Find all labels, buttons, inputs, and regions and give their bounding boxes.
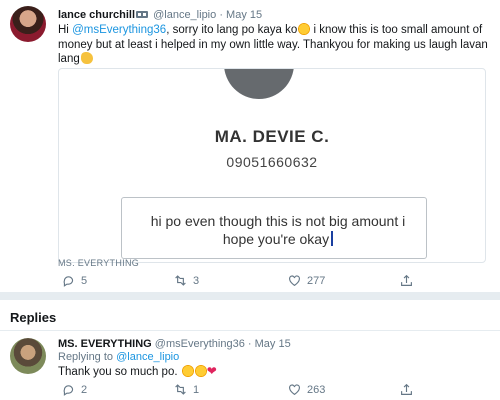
author-handle[interactable]: @lance_lipio xyxy=(153,9,216,21)
like-icon xyxy=(289,384,300,396)
flex-emoji xyxy=(80,52,93,64)
reply-actions: 2 1 263 xyxy=(58,383,458,399)
tweet-actions: 5 3 277 xyxy=(58,274,458,290)
reply-icon xyxy=(63,276,74,287)
tweet-header: lance churchill @lance_lipio · May 15 xyxy=(58,9,262,21)
reply-reply-button[interactable]: 2 xyxy=(62,383,87,396)
reply-icon xyxy=(63,385,74,396)
reply-retweet-button[interactable]: 1 xyxy=(174,383,199,396)
like-icon xyxy=(289,275,300,287)
reply-share-button[interactable] xyxy=(400,383,413,396)
smile-emoji xyxy=(181,365,194,377)
tweet-text-part: Hi xyxy=(58,24,73,36)
separator-dot: · xyxy=(247,338,252,350)
replies-divider xyxy=(0,330,500,331)
heart-emoji: ❤ xyxy=(206,364,217,378)
reply-header: MS. EVERYTHING @msEverything36 · May 15 xyxy=(58,338,291,350)
share-button[interactable] xyxy=(400,274,413,287)
message-box: hi po even though this is not big amount… xyxy=(121,197,427,259)
avatar[interactable] xyxy=(10,6,46,42)
text-caret-icon xyxy=(331,231,334,246)
reply-author-name[interactable]: MS. EVERYTHING xyxy=(58,338,152,350)
reply-author-handle[interactable]: @msEverything36 xyxy=(155,338,245,350)
profile-phone: 09051660632 xyxy=(226,154,318,170)
replies-heading: Replies xyxy=(10,310,57,325)
mention-link[interactable]: @msEverything36 xyxy=(72,24,166,36)
replying-to-link[interactable]: @lance_lipio xyxy=(116,351,179,363)
media-source-label[interactable]: MS. EVERYTHING xyxy=(58,258,139,268)
reply-reply-count: 2 xyxy=(81,383,88,396)
profile-silhouette-icon xyxy=(224,69,294,99)
reply-count: 5 xyxy=(81,274,88,287)
reply-like-count: 263 xyxy=(307,383,326,396)
profile-name: MA. DEVIE C. xyxy=(214,127,330,146)
reply-text-content: Thank you so much po. xyxy=(58,366,181,378)
reply-date[interactable]: May 15 xyxy=(255,338,291,350)
media-card[interactable]: MA. DEVIE C. 09051660632 hi po even thou… xyxy=(58,68,486,263)
reply-avatar[interactable] xyxy=(10,338,46,374)
message-text: hi po even though this is not big amount… xyxy=(148,212,408,248)
reply-text: Thank you so much po. ❤ xyxy=(58,364,217,378)
retweet-icon xyxy=(175,275,186,286)
reply-button[interactable]: 5 xyxy=(62,274,87,287)
reply-retweet-count: 1 xyxy=(193,383,200,396)
tweet[interactable]: lance churchill @lance_lipio · May 15 Hi… xyxy=(0,0,500,290)
retweet-count: 3 xyxy=(193,274,200,287)
replying-to: Replying to @lance_lipio xyxy=(58,351,179,363)
separator-dot: · xyxy=(219,9,223,21)
retweet-button[interactable]: 3 xyxy=(174,274,199,287)
retweet-icon xyxy=(175,384,186,395)
kiss-emoji xyxy=(194,365,207,377)
like-button[interactable]: 277 xyxy=(288,274,325,287)
message-text-content: hi po even though this is not big amount… xyxy=(150,213,406,247)
share-icon xyxy=(401,274,412,286)
tweet-text-part: , sorry ito lang po kaya ko xyxy=(166,24,298,36)
tweet-text: Hi @msEverything36, sorry ito lang po ka… xyxy=(58,23,488,67)
verified-icon xyxy=(136,11,149,18)
replying-prefix: Replying to xyxy=(58,351,117,363)
reply-like-button[interactable]: 263 xyxy=(288,383,325,396)
smile-emoji xyxy=(298,23,311,35)
share-icon xyxy=(401,383,412,395)
tweet-date[interactable]: May 15 xyxy=(226,9,262,21)
author-name[interactable]: lance churchill xyxy=(58,9,135,21)
like-count: 277 xyxy=(307,274,326,287)
section-divider xyxy=(0,292,500,300)
